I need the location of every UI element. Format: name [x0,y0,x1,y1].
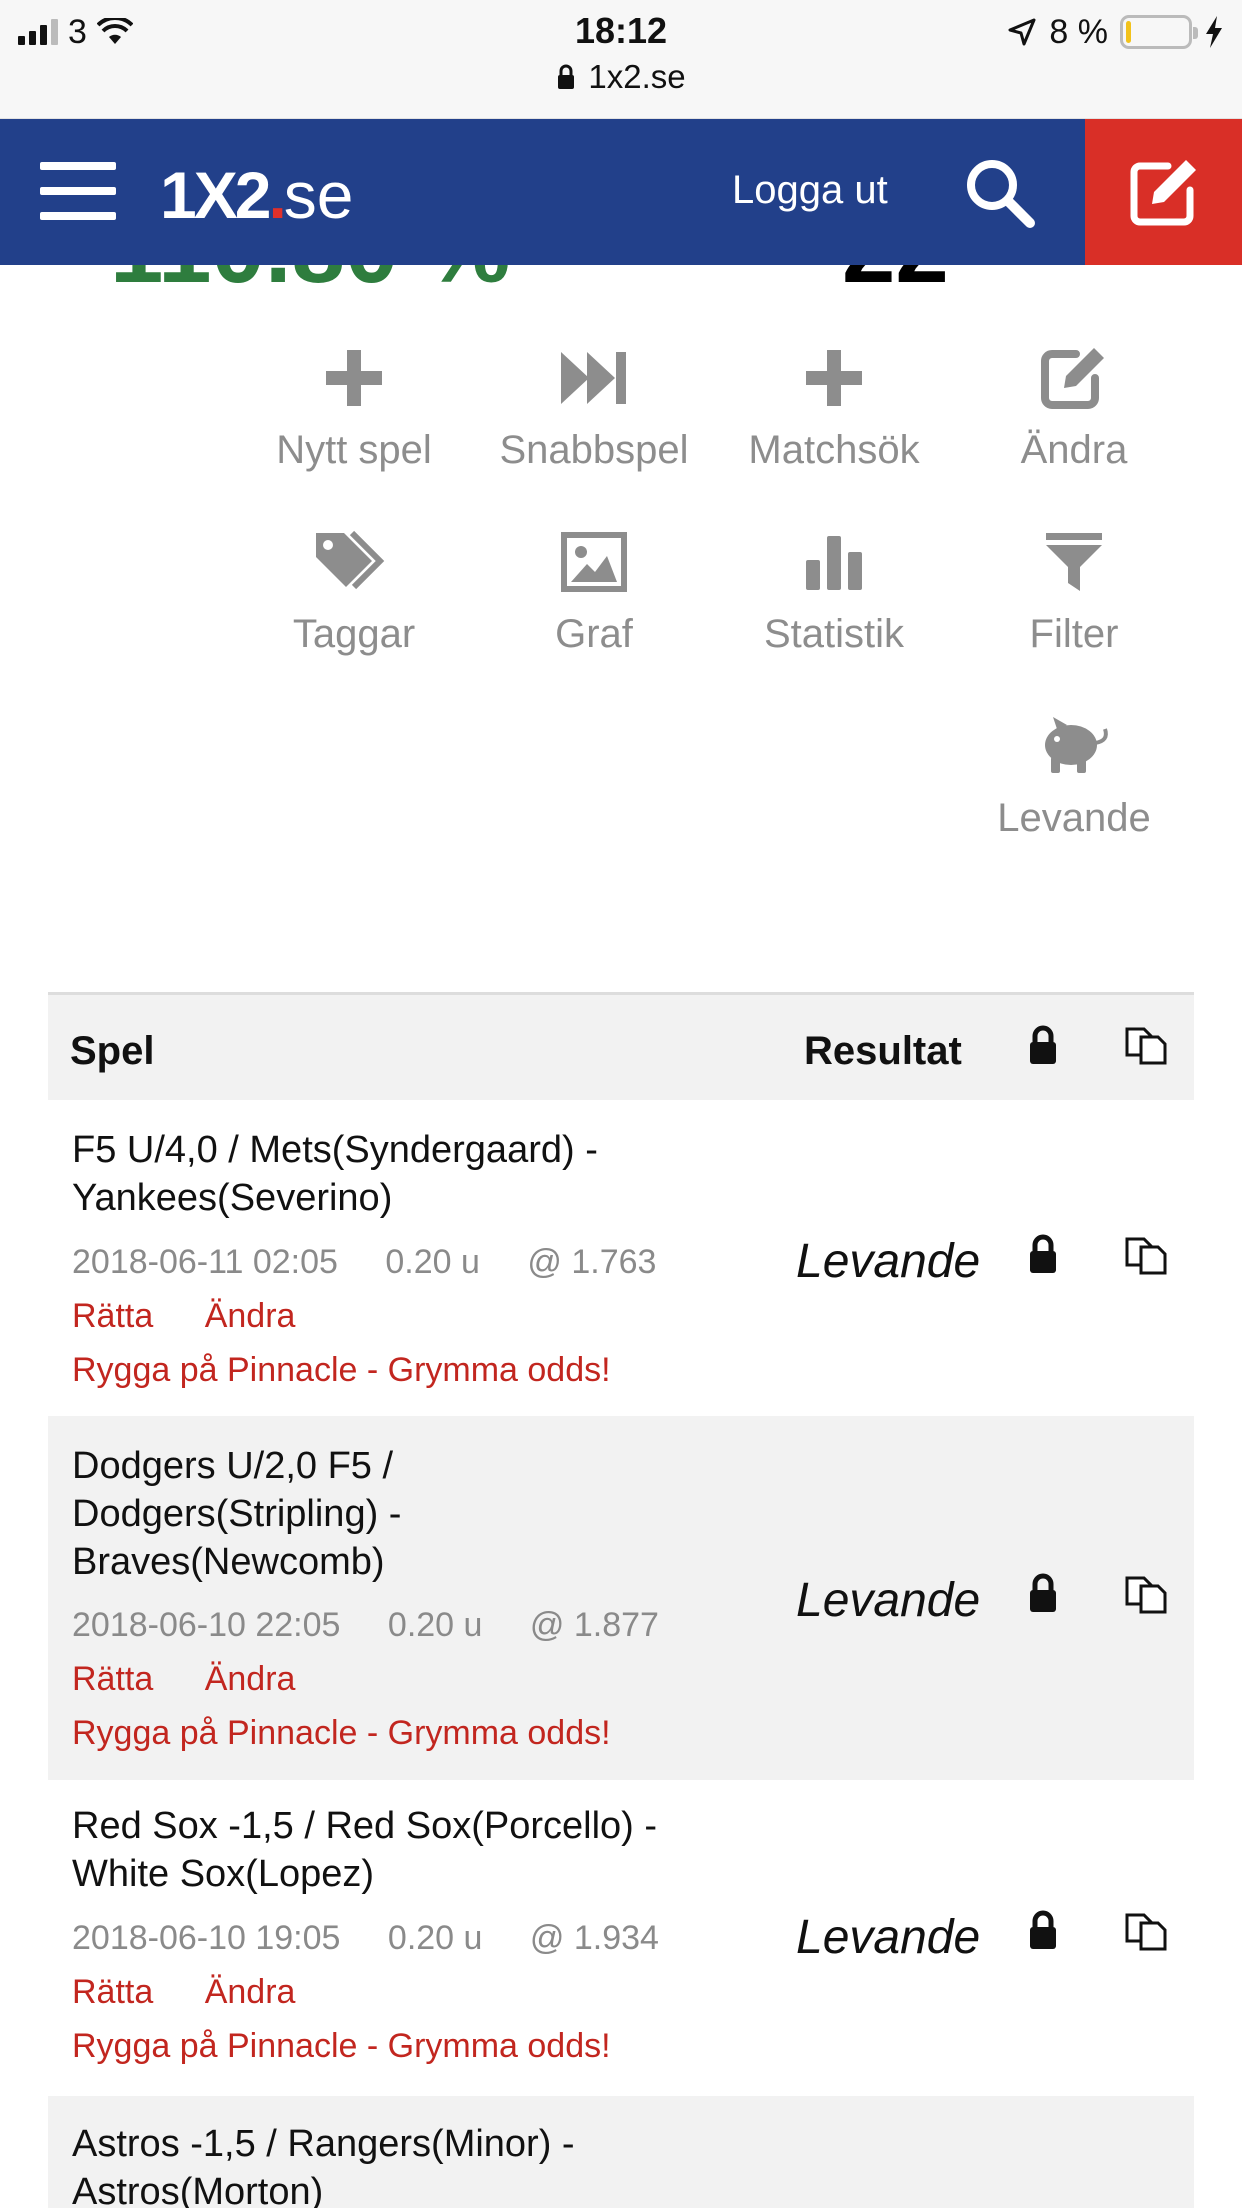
top-navbar: 1X2.se Logga ut [0,119,1242,265]
action-statistics[interactable]: Statistik [714,522,954,657]
table-header: Spel Resultat [48,992,1194,1100]
column-header-result: Resultat [804,1029,962,1073]
new-bet-button[interactable] [1085,119,1242,265]
status-right: 8 % [1007,10,1224,54]
image-icon [474,522,714,602]
bet-title[interactable]: F5 U/4,0 / Mets(Syndergaard) - Yankees(S… [72,1126,752,1222]
stats-summary: 110.80 % 22 [0,265,1242,295]
tags-icon [234,522,474,602]
battery-percent: 8 % [1049,12,1108,51]
bet-title[interactable]: Red Sox -1,5 / Red Sox(Porcello) - White… [72,1802,752,1898]
bet-stake: 0.20 u [387,1606,483,1644]
lock-icon [1030,1025,1056,1064]
action-label: Ändra [1020,428,1128,472]
action-edit[interactable]: Ändra [954,338,1194,473]
copy-icon[interactable] [1124,1909,1170,1953]
ios-status-bar: 3 18:12 8 % 1x2.se [0,0,1242,119]
filter-icon [954,522,1194,602]
bet-row: Dodgers U/2,0 F5 / Dodgers(Stripling) - … [48,1416,1194,1780]
bets-table: Spel Resultat F5 U/4,0 / Mets(Syndergaar… [48,992,1194,2208]
url-bar[interactable]: 1x2.se [0,58,1242,96]
action-live[interactable]: Levande [954,706,1194,841]
action-graph[interactable]: Graf [474,522,714,657]
bet-count: 22 [842,265,949,295]
piggy-bank-icon [954,706,1194,786]
copy-icon[interactable] [1124,1572,1170,1616]
bet-links: Rätta Ändra [72,1297,337,1336]
lock-icon[interactable] [1023,1234,1063,1274]
action-tags[interactable]: Taggar [234,522,474,657]
action-new-bet[interactable]: Nytt spel [234,338,474,473]
search-icon[interactable] [962,155,1038,231]
lock-icon[interactable] [1023,1910,1063,1950]
bet-odds: @ 1.763 [527,1243,657,1281]
edit-link[interactable]: Ändra [205,1660,296,1698]
lock-icon[interactable] [1023,1573,1063,1613]
action-label: Statistik [763,612,905,656]
bet-odds: @ 1.934 [529,1919,659,1957]
action-label: Graf [555,612,633,656]
bet-title[interactable]: Astros -1,5 / Rangers(Minor) - Astros(Mo… [72,2120,752,2208]
bet-meta: 2018-06-10 19:05 0.20 u @ 1.934 [72,1919,697,1958]
bet-odds: @ 1.877 [529,1606,659,1644]
logout-link[interactable]: Logga ut [732,168,888,213]
bet-meta: 2018-06-11 02:05 0.20 u @ 1.763 [72,1243,694,1282]
bet-result: Levande [796,1574,981,1627]
action-label: Levande [997,796,1151,840]
bet-row: Astros -1,5 / Rangers(Minor) - Astros(Mo… [48,2096,1194,2208]
bet-links: Rätta Ändra [72,1973,337,2012]
bet-result: Levande [796,1235,981,1288]
lock-icon [558,64,575,89]
bet-date: 2018-06-11 02:05 [72,1243,338,1281]
action-match-search[interactable]: Matchsök [714,338,954,473]
location-arrow-icon [1008,18,1036,46]
correct-link[interactable]: Rätta [72,1297,153,1335]
action-label: Snabbspel [499,428,689,472]
plus-icon [714,338,954,418]
hedge-link[interactable]: Rygga på Pinnacle - Grymma odds! [72,2027,611,2066]
copy-icon [1125,1027,1167,1065]
bet-stake: 0.20 u [387,1919,483,1957]
action-label: Taggar [292,612,416,656]
correct-link[interactable]: Rätta [72,1660,153,1698]
edit-link[interactable]: Ändra [205,1973,296,2011]
action-label: Nytt spel [276,428,432,472]
bet-date: 2018-06-10 22:05 [72,1606,341,1644]
bet-result: Levande [796,1911,981,1964]
action-label: Filter [1029,612,1119,656]
bet-row: Red Sox -1,5 / Red Sox(Porcello) - White… [48,1780,1194,2096]
bet-stake: 0.20 u [385,1243,480,1281]
action-quick-bet[interactable]: Snabbspel [474,338,714,473]
bar-chart-icon [714,522,954,602]
battery-icon [1120,15,1198,49]
url-text: 1x2.se [588,58,686,95]
bet-row: F5 U/4,0 / Mets(Syndergaard) - Yankees(S… [48,1100,1194,1416]
copy-icon[interactable] [1124,1233,1170,1277]
edit-icon [954,338,1194,418]
fast-forward-icon [474,338,714,418]
action-filter[interactable]: Filter [954,522,1194,657]
action-label: Matchsök [748,428,920,472]
hedge-link[interactable]: Rygga på Pinnacle - Grymma odds! [72,1714,611,1753]
menu-icon[interactable] [40,162,116,220]
edit-icon [1130,160,1196,226]
charging-bolt-icon [1206,16,1222,48]
bet-title[interactable]: Dodgers U/2,0 F5 / Dodgers(Stripling) - … [72,1442,512,1586]
column-header-bet: Spel [70,1029,155,1073]
bet-date: 2018-06-10 19:05 [72,1919,341,1957]
bet-links: Rätta Ändra [72,1660,337,1699]
plus-icon [234,338,474,418]
hedge-link[interactable]: Rygga på Pinnacle - Grymma odds! [72,1351,611,1390]
site-logo[interactable]: 1X2.se [160,157,354,233]
bet-meta: 2018-06-10 22:05 0.20 u @ 1.877 [72,1606,697,1645]
roi-value: 110.80 % [110,265,510,295]
correct-link[interactable]: Rätta [72,1973,153,2011]
edit-link[interactable]: Ändra [205,1297,296,1335]
